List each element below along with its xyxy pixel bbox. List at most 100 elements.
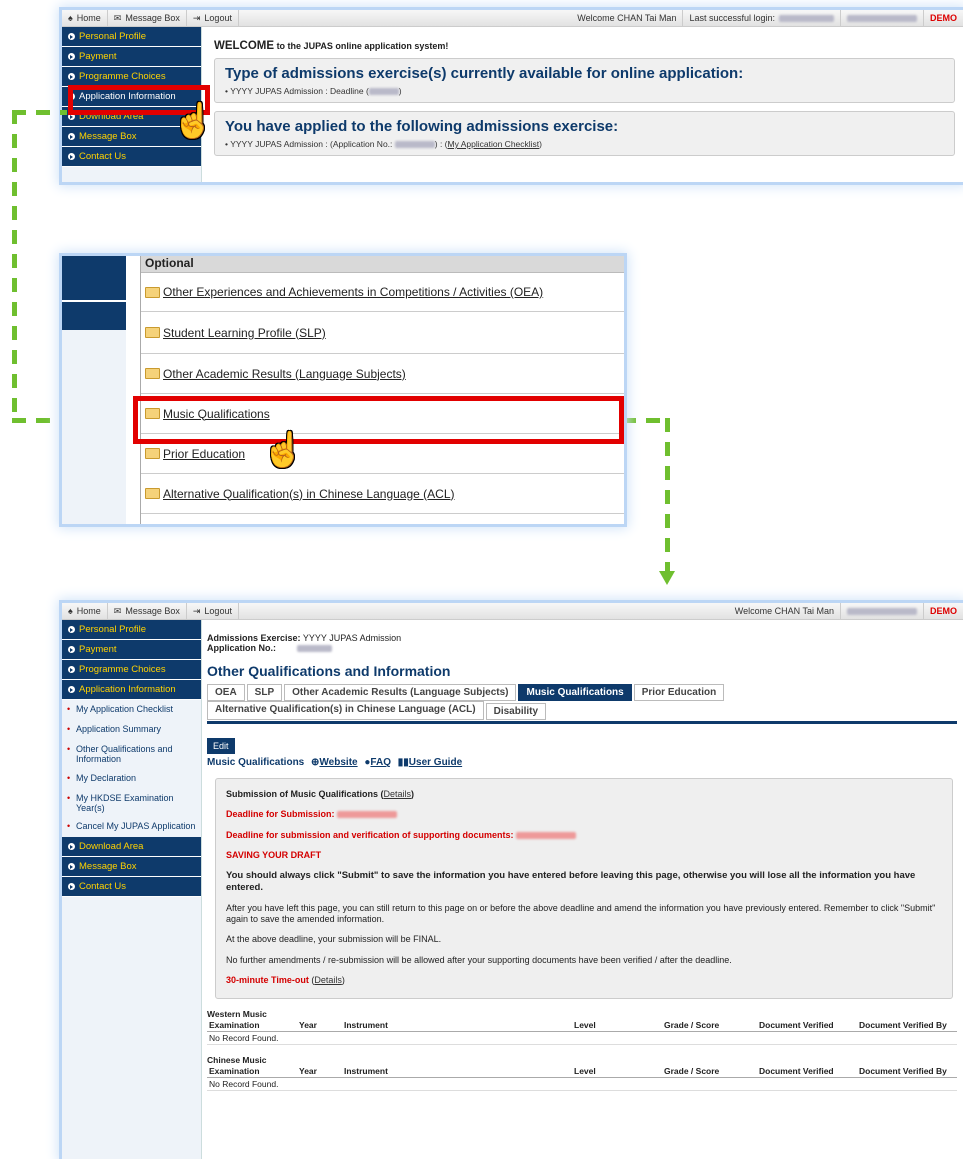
sidebar-item-message-box[interactable]: Message Box: [62, 857, 201, 878]
home-link[interactable]: ♠ Home: [62, 10, 108, 26]
pointer-hand-icon: ☝: [172, 102, 215, 140]
submission-info-box: Submission of Music Qualifications (Deta…: [215, 778, 953, 999]
welcome-text: Welcome CHAN Tai Man: [729, 603, 841, 619]
sidebar-sub-application-summary[interactable]: Application Summary: [62, 720, 201, 740]
sidebar-sub-my-declaration[interactable]: My Declaration: [62, 769, 201, 789]
appno-label: Application No.:: [207, 643, 276, 653]
western-music-heading: Western Music: [207, 1009, 267, 1019]
sidebar-item-application-information[interactable]: Application Information: [62, 680, 201, 700]
sidebar-sub-other-qualifications[interactable]: Other Qualifications and Information: [62, 740, 201, 769]
panel-music-qualifications: ♠ Home ✉ Message Box ⇥ Logout Welcome CHAN …: [62, 603, 963, 1159]
sidebar-item-programme-choices[interactable]: Programme Choices: [62, 660, 201, 680]
website-link[interactable]: Website: [319, 757, 357, 768]
list-item-acl[interactable]: Alternative Qualification(s) in Chinese …: [141, 474, 624, 514]
exercise-value: YYYY JUPAS Admission: [302, 633, 402, 643]
top-bar: ♠ Home ✉ Message Box ⇥ Logout Welcome CHAN …: [62, 10, 963, 27]
edit-button[interactable]: Edit: [207, 738, 235, 754]
list-item-label: Other Academic Results (Language Subject…: [163, 366, 406, 381]
available-exercise-box: Type of admissions exercise(s) currently…: [214, 58, 955, 103]
connector-line: [622, 418, 668, 423]
logout-label: Logout: [204, 606, 232, 616]
sidebar-item-payment[interactable]: Payment: [62, 640, 201, 660]
my-application-checklist-link[interactable]: My Application Checklist: [448, 139, 540, 149]
list-item-label: Alternative Qualification(s) in Chinese …: [163, 486, 455, 501]
message-box-label: Message Box: [125, 606, 180, 616]
sidebar-item-personal-profile[interactable]: Personal Profile: [62, 620, 201, 640]
tab-acl[interactable]: Alternative Qualification(s) in Chinese …: [207, 701, 484, 720]
last-login: Last successful login:: [683, 10, 841, 26]
logout-link[interactable]: ⇥ Logout: [187, 603, 239, 619]
exercise-line: Admissions Exercise: YYYY JUPAS Admissio…: [207, 633, 957, 643]
list-item-slp[interactable]: Student Learning Profile (SLP): [141, 312, 624, 354]
col-year: Year: [297, 1019, 342, 1032]
section-header: Music Qualifications ⊕Website ●FAQ ▮▮Use…: [207, 757, 957, 768]
folder-icon: [145, 448, 160, 459]
timeout-details-link[interactable]: Details: [314, 975, 342, 985]
no-amend-info: No further amendments / re-submission wi…: [226, 954, 732, 965]
sidebar-fragment-lower: [62, 330, 126, 524]
home-label: Home: [76, 13, 101, 23]
exercise-label: Admissions Exercise:: [207, 633, 301, 643]
appno-line: Application No.:: [207, 643, 957, 653]
logout-link[interactable]: ⇥ Logout: [187, 10, 239, 26]
folder-icon: [145, 488, 160, 499]
details-link[interactable]: Details: [384, 789, 412, 799]
tab-slp[interactable]: SLP: [246, 684, 283, 701]
sidebar-item-programme-choices[interactable]: Programme Choices: [62, 67, 201, 87]
return-info: After you have left this page, you can s…: [226, 902, 936, 924]
deadline-verification: Deadline for submission and verification…: [226, 830, 942, 841]
faq-link[interactable]: FAQ: [370, 757, 391, 768]
tab-oea[interactable]: OEA: [207, 684, 245, 701]
timeout-label: 30-minute Time-out: [226, 974, 309, 985]
highlight-music-qualifications: [133, 396, 624, 444]
panel-optional-list: Optional Other Experiences and Achieveme…: [62, 256, 624, 524]
message-box-link[interactable]: ✉ Message Box: [108, 603, 187, 619]
chinese-music-table: Examination Year Instrument Level Grade …: [207, 1065, 957, 1091]
tab-other-academic[interactable]: Other Academic Results (Language Subject…: [284, 684, 517, 701]
sidebar-sub-my-application-checklist[interactable]: My Application Checklist: [62, 700, 201, 720]
date-blurred: [841, 603, 924, 619]
tab-prior-education[interactable]: Prior Education: [633, 684, 725, 701]
western-music-table: Examination Year Instrument Level Grade …: [207, 1019, 957, 1045]
col-doc-verified: Document Verified: [757, 1019, 857, 1032]
col-instrument: Instrument: [342, 1065, 572, 1078]
message-box-link[interactable]: ✉ Message Box: [108, 10, 187, 26]
sidebar-sub-hkdse-year[interactable]: My HKDSE Examination Year(s): [62, 789, 201, 818]
list-item-label: Student Learning Profile (SLP): [163, 325, 326, 340]
book-icon: ▮▮: [397, 757, 409, 768]
home-icon: ♠: [68, 13, 73, 23]
available-item: • YYYY JUPAS Admission : Deadline (): [225, 86, 402, 96]
list-item-oea[interactable]: Other Experiences and Achievements in Co…: [141, 273, 624, 312]
folder-icon: [145, 368, 160, 379]
home-link[interactable]: ♠ Home: [62, 603, 108, 619]
home-icon: ♠: [68, 606, 73, 616]
tab-disability[interactable]: Disability: [485, 703, 547, 720]
welcome-bold: WELCOME: [214, 40, 275, 52]
demo-badge: DEMO: [930, 606, 957, 616]
mail-icon: ✉: [113, 605, 122, 616]
user-guide-link[interactable]: User Guide: [409, 757, 462, 768]
folder-icon: [145, 286, 160, 298]
applied-item: • YYYY JUPAS Admission : (Application No…: [225, 139, 543, 149]
optional-list: Optional Other Experiences and Achieveme…: [140, 256, 624, 524]
sidebar-sub-cancel-application[interactable]: Cancel My JUPAS Application: [62, 817, 201, 837]
sidebar-item-contact-us[interactable]: Contact Us: [62, 877, 201, 898]
col-examination: Examination: [207, 1019, 297, 1032]
save-warning: You should always click "Submit" to save…: [226, 870, 916, 893]
last-login-label: Last successful login:: [689, 13, 775, 23]
tab-music-qualifications[interactable]: Music Qualifications: [518, 684, 632, 701]
sidebar-item-download-area[interactable]: Download Area: [62, 837, 201, 858]
sidebar-item-personal-profile[interactable]: Personal Profile: [62, 27, 201, 47]
list-item-other-academic[interactable]: Other Academic Results (Language Subject…: [141, 354, 624, 394]
col-grade: Grade / Score: [662, 1065, 757, 1078]
deadline-submission: Deadline for Submission:: [226, 809, 942, 820]
submission-title-text: Submission of Music Qualifications: [226, 789, 379, 799]
optional-header: Optional: [141, 256, 624, 273]
sidebar: Personal Profile Payment Programme Choic…: [62, 620, 202, 1159]
sidebar-item-payment[interactable]: Payment: [62, 47, 201, 67]
col-doc-verified: Document Verified: [757, 1065, 857, 1078]
sidebar-item-contact-us[interactable]: Contact Us: [62, 147, 201, 167]
qualification-tabs: OEA SLP Other Academic Results (Language…: [207, 684, 957, 724]
sidebar-fragment: [62, 256, 126, 330]
col-level: Level: [572, 1065, 662, 1078]
